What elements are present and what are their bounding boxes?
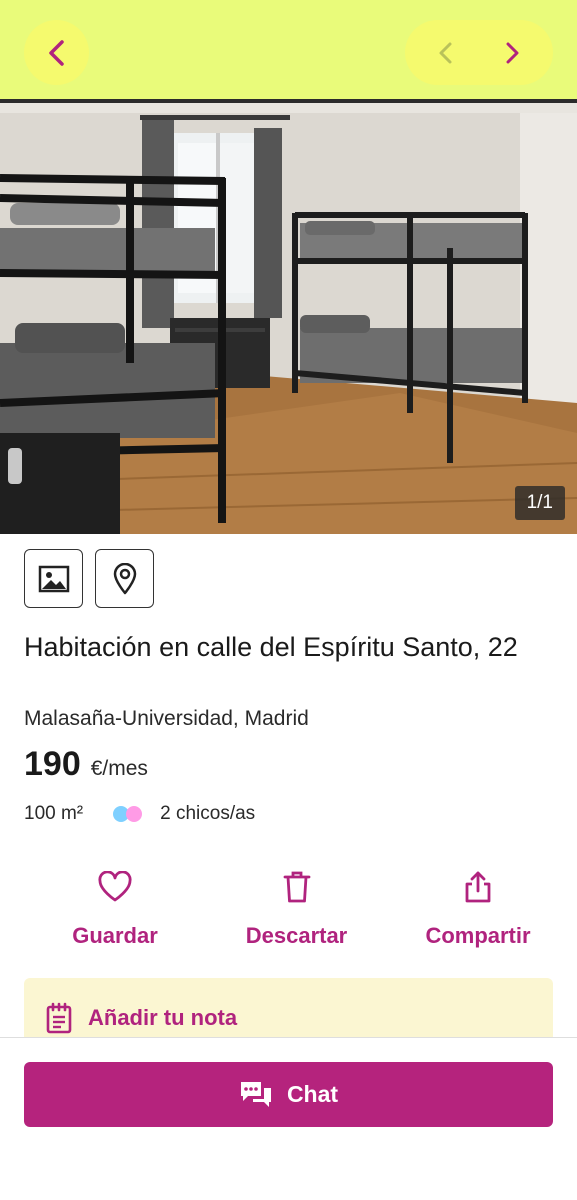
top-bar xyxy=(0,0,577,103)
next-listing-button[interactable] xyxy=(487,28,537,78)
listing-price: 190 xyxy=(24,745,81,783)
chevron-left-icon xyxy=(439,42,452,63)
action-row: Guardar Descartar Compartir xyxy=(0,865,577,949)
back-button[interactable] xyxy=(24,20,89,85)
share-label: Compartir xyxy=(425,923,531,948)
chevron-left-icon xyxy=(48,39,64,66)
price-unit: €/mes xyxy=(90,757,148,780)
media-toggle-row xyxy=(24,549,154,608)
discard-button[interactable]: Descartar xyxy=(222,865,372,949)
chat-label: Chat xyxy=(286,1081,339,1107)
add-note-content: Añadir tu nota xyxy=(46,1002,237,1034)
heart-icon xyxy=(98,871,132,902)
gender-dots-icon xyxy=(113,806,143,822)
share-icon xyxy=(465,871,491,903)
notepad-icon xyxy=(46,1002,72,1034)
chat-button[interactable]: Chat xyxy=(24,1062,553,1127)
photos-button[interactable] xyxy=(24,549,83,608)
occupants: 2 chicos/as xyxy=(160,803,256,824)
discard-label: Descartar xyxy=(245,923,348,948)
previous-listing-button[interactable] xyxy=(421,28,471,78)
room-photo[interactable]: 1/1 xyxy=(0,103,577,534)
add-note-label: Añadir tu nota xyxy=(88,1005,238,1030)
listing-navigation xyxy=(405,20,553,85)
image-icon xyxy=(38,565,69,592)
photo-counter: 1/1 xyxy=(514,486,565,520)
bunk-bed-room-image xyxy=(0,103,577,534)
save-label: Guardar xyxy=(72,923,158,948)
bottom-bar: Chat xyxy=(0,1037,577,1200)
share-button[interactable]: Compartir xyxy=(403,865,553,949)
map-button[interactable] xyxy=(95,549,154,608)
listing-location: Malasaña-Universidad, Madrid xyxy=(24,707,309,730)
save-button[interactable]: Guardar xyxy=(40,865,190,949)
trash-icon xyxy=(283,871,310,903)
price-row: 190 €/mes xyxy=(24,745,148,784)
room-size: 100 m² xyxy=(24,803,84,824)
chat-bubbles-icon xyxy=(240,1081,271,1107)
listing-title: Habitación en calle del Espíritu Santo, … xyxy=(24,632,518,662)
listing-meta: 100 m² 2 chicos/as xyxy=(24,803,255,825)
chevron-right-icon xyxy=(506,42,519,63)
map-pin-icon xyxy=(113,562,136,594)
female-dot-icon xyxy=(126,806,143,822)
